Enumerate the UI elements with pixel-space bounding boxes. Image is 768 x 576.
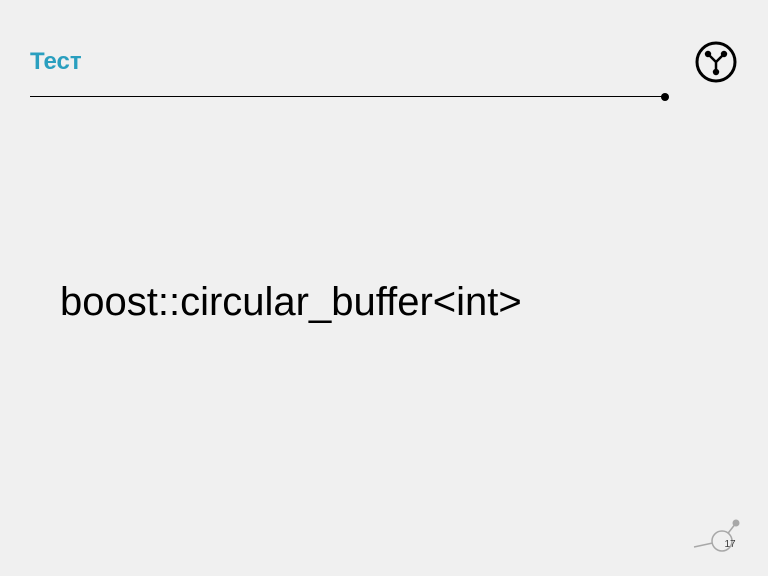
rule-end-dot (661, 93, 669, 101)
horizontal-rule (30, 96, 665, 97)
slide: Тест boost::circular_buffer<int> 17 (0, 0, 768, 576)
page-number: 17 (721, 539, 739, 550)
branch-logo-icon (694, 40, 738, 89)
slide-content: boost::circular_buffer<int> (60, 280, 522, 325)
slide-title: Тест (30, 48, 82, 76)
